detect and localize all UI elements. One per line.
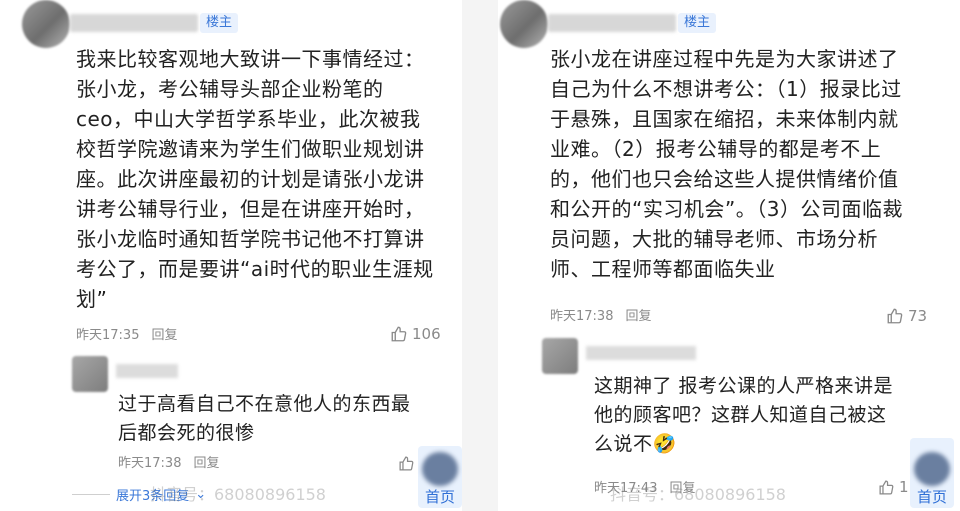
username-blurred[interactable] (548, 14, 676, 32)
comment-line: 张小龙在讲座过程中先是为大家讲述了 (550, 47, 899, 71)
like-button[interactable]: 106 (390, 325, 441, 343)
reply-avatar[interactable] (72, 356, 108, 392)
reply-line: 这期神了 报考公课的人严格来讲是 (594, 375, 894, 397)
home-button[interactable]: 首页 (418, 446, 462, 508)
comment-body: 张小龙在讲座过程中先是为大家讲述了 自己为什么不想讲考公：（1）报录比过 于悬殊… (550, 44, 903, 284)
thumbs-up-icon (878, 479, 895, 496)
reply-button[interactable]: 回复 (151, 328, 177, 343)
reply-avatar[interactable] (542, 338, 578, 374)
reply-body: 这期神了 报考公课的人严格来讲是 他的顾客吧？这群人知道自己被这 么说不🤣 (594, 372, 893, 459)
avatar[interactable] (22, 0, 70, 48)
home-label: 首页 (916, 488, 947, 506)
right-comment-panel: 楼主 张小龙在讲座过程中先是为大家讲述了 自己为什么不想讲考公：（1）报录比过 … (498, 0, 960, 511)
like-count: 73 (908, 307, 928, 325)
comment-line: 校哲学院邀请来为学生们做职业规划讲 (76, 137, 425, 161)
reply-username-blurred[interactable] (116, 364, 178, 378)
thumbs-up-icon (886, 307, 904, 325)
comment-line: 讲考公辅导行业，但是在讲座开始时， (76, 197, 425, 221)
comment-meta: 昨天17:38 回复 (550, 308, 651, 326)
home-button[interactable]: 首页 (910, 438, 954, 508)
op-badge: 楼主 (200, 13, 239, 33)
reply-body: 过于高看自己不在意他人的东西最 后都会死的很惨 (118, 390, 411, 448)
left-comment-panel: 楼主 我来比较客观地大致讲一下事情经过： 张小龙，考公辅导头部企业粉笔的 ceo… (0, 0, 462, 511)
reply-line: 后都会死的很惨 (118, 422, 255, 444)
reply-username-blurred[interactable] (586, 346, 696, 360)
reply-button[interactable]: 回复 (625, 309, 651, 324)
comment-meta: 昨天17:35 回复 (76, 327, 177, 345)
comment-line: 张小龙，考公辅导头部企业粉笔的 (76, 77, 384, 101)
comment-line: 划” (76, 287, 108, 311)
like-count: 106 (412, 325, 441, 343)
comment-line: 业难。（2）报考公辅导的都是考不上 (550, 137, 882, 161)
panel-divider (462, 0, 498, 511)
comment-line: 我来比较客观地大致讲一下事情经过： (76, 47, 425, 71)
comment-line: 和公开的“实习机会”。（3）公司面临裁 (550, 197, 903, 221)
home-label: 首页 (424, 488, 455, 506)
comment-line: 的，他们也只会给这些人提供情绪价值 (550, 167, 899, 191)
watermark: 抖音号：68080896158 (150, 485, 326, 504)
comment-line: 自己为什么不想讲考公：（1）报录比过 (550, 77, 902, 101)
expand-divider (72, 494, 110, 495)
watermark: 抖音号：68080896158 (610, 485, 786, 504)
comment-line: 座。此次讲座最初的计划是请张小龙讲 (76, 167, 425, 191)
reply-line: 么说不🤣 (594, 433, 677, 455)
thumbs-up-icon (398, 455, 415, 472)
reply-like-button[interactable]: 1 (878, 478, 909, 496)
comment-line: 师、工程师等都面临失业 (550, 257, 776, 281)
op-badge: 楼主 (678, 13, 717, 33)
timestamp: 昨天17:35 (76, 328, 140, 343)
avatar[interactable] (500, 0, 548, 48)
reply-line: 他的顾客吧？这群人知道自己被这 (594, 404, 887, 426)
reply-like-button[interactable] (398, 455, 415, 472)
comment-line: 员问题，大批的辅导老师、市场分析 (550, 227, 878, 251)
comment-line: 考公了，而是要讲“ai时代的职业生涯规 (76, 257, 434, 281)
reply-line: 过于高看自己不在意他人的东西最 (118, 393, 411, 415)
comment-body: 我来比较客观地大致讲一下事情经过： 张小龙，考公辅导头部企业粉笔的 ceo，中山… (76, 44, 434, 314)
reply-button[interactable]: 回复 (193, 456, 219, 471)
home-icon (422, 452, 458, 486)
comment-line: 张小龙临时通知哲学院书记他不打算讲 (76, 227, 425, 251)
timestamp: 昨天17:38 (118, 456, 182, 471)
comment-line: ceo，中山大学哲学系毕业，此次被我 (76, 107, 421, 131)
reply-meta: 昨天17:38 回复 (118, 455, 219, 473)
timestamp: 昨天17:38 (550, 309, 614, 324)
home-icon (914, 452, 950, 486)
like-count: 1 (899, 478, 909, 496)
like-button[interactable]: 73 (886, 307, 927, 325)
username-blurred[interactable] (70, 14, 198, 32)
thumbs-up-icon (390, 325, 408, 343)
comment-line: 于悬殊，且国家在缩招，未来体制内就 (550, 107, 899, 131)
